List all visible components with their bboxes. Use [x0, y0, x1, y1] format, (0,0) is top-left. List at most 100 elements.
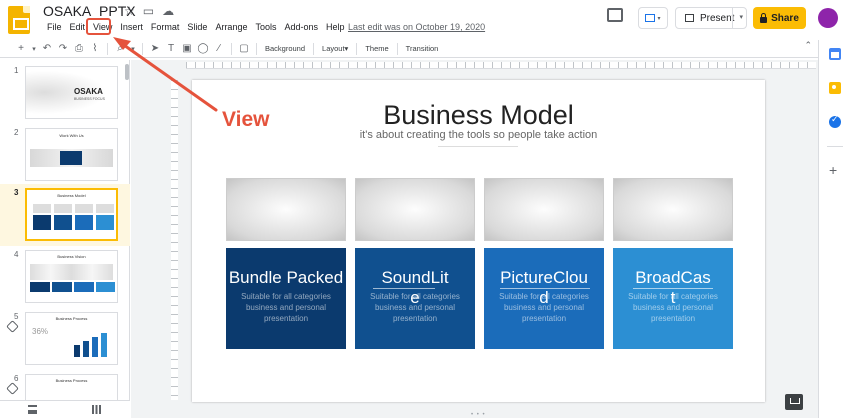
slide-number: 5: [14, 312, 19, 321]
slide-thumbnail[interactable]: 2 Work With Us: [0, 124, 130, 186]
vertical-ruler: [171, 80, 178, 400]
slides-logo[interactable]: [8, 6, 30, 34]
side-panel: +: [818, 40, 850, 418]
transition-button[interactable]: Transition: [402, 44, 443, 53]
thumbnail-title: Business Model: [57, 193, 86, 198]
add-comment-icon[interactable]: ▢: [237, 43, 251, 54]
card-image[interactable]: [484, 178, 604, 241]
business-card-4[interactable]: BroadCas Suitable for all categories bus…: [613, 248, 733, 349]
account-avatar[interactable]: [818, 8, 838, 28]
thumbnail-title: Business Vision: [57, 254, 86, 259]
resize-handle[interactable]: • • •: [471, 412, 486, 418]
last-edit-link[interactable]: Last edit was on October 19, 2020: [348, 22, 485, 32]
menu-file[interactable]: File: [43, 22, 66, 32]
menu-addons[interactable]: Add-ons: [280, 22, 322, 32]
slide-number: 2: [14, 128, 19, 137]
card-image[interactable]: [226, 178, 346, 241]
menu-arrange[interactable]: Arrange: [211, 22, 251, 32]
collapse-menus-icon[interactable]: ⌃: [804, 40, 812, 51]
present-options-button[interactable]: ▾: [638, 7, 668, 29]
slide-title[interactable]: Business Model: [192, 100, 765, 131]
slide-thumbnail[interactable]: 1 OSAKA BUSINESS FOCUS: [0, 62, 130, 124]
zoom-chevron-icon[interactable]: ▾: [129, 45, 137, 53]
thumbnail-title: Business Process: [55, 316, 88, 321]
redo-icon[interactable]: ↷: [56, 43, 70, 54]
card-title[interactable]: Bundle Packed: [226, 268, 346, 288]
card-title[interactable]: PictureClou: [484, 268, 604, 288]
explore-icon[interactable]: [785, 394, 803, 410]
annotation-label: View: [222, 108, 270, 131]
layout-button[interactable]: Layout▾: [318, 44, 352, 53]
new-slide-chevron-icon[interactable]: ▾: [30, 45, 38, 53]
annotation-highlight-box: [86, 18, 111, 35]
keep-icon[interactable]: [829, 82, 841, 94]
menu-help[interactable]: Help: [322, 22, 349, 32]
print-icon[interactable]: ⎙: [72, 43, 86, 54]
tasks-icon[interactable]: [829, 114, 841, 128]
zoom-icon[interactable]: ⌕: [113, 43, 127, 54]
present-button[interactable]: Present ▾: [675, 7, 747, 29]
horizontal-ruler: [186, 62, 816, 69]
present-dropdown-icon[interactable]: ▾: [739, 13, 743, 21]
present-screen-icon: [645, 14, 656, 22]
card-image[interactable]: [355, 178, 475, 241]
card-title[interactable]: SoundLit: [355, 268, 475, 288]
slide-number: 4: [14, 250, 19, 259]
paint-format-icon[interactable]: ⌇: [88, 43, 102, 54]
business-card-3[interactable]: PictureClou Suitable for all categories …: [484, 248, 604, 349]
share-button[interactable]: Share: [753, 7, 806, 29]
text-box-icon[interactable]: T: [164, 43, 178, 54]
toolbar: + ▾ ↶ ↷ ⎙ ⌇ ⌕ ▾ ➤ T ▣ ◯ ∕ ▢ Background L…: [0, 40, 818, 58]
document-title[interactable]: OSAKA_PPTX: [43, 3, 136, 19]
slide-number: 1: [14, 66, 19, 75]
menu-tools[interactable]: Tools: [251, 22, 280, 32]
filmstrip-view-icon[interactable]: [28, 405, 37, 414]
menu-slide[interactable]: Slide: [183, 22, 211, 32]
business-card-2[interactable]: SoundLit Suitable for all categories bus…: [355, 248, 475, 349]
folder-icon[interactable]: ▭: [143, 4, 154, 18]
present-label: Present: [700, 12, 735, 24]
slide-thumbnail-selected[interactable]: 3 Business Model: [0, 184, 130, 246]
image-icon[interactable]: ▣: [180, 43, 194, 54]
card-title-overflow: t: [670, 288, 676, 307]
menu-format[interactable]: Format: [147, 22, 184, 32]
thumbnail-image: Business Model: [25, 188, 118, 241]
slide-thumbnail[interactable]: 4 Business Vision: [0, 246, 130, 308]
slide-number: 6: [14, 374, 19, 383]
card-image[interactable]: [613, 178, 733, 241]
theme-button[interactable]: Theme: [361, 44, 392, 53]
lock-icon: [760, 12, 768, 23]
thumbnail-title: Work With Us: [59, 133, 84, 138]
line-icon[interactable]: ∕: [212, 43, 226, 54]
thumbnail-image: OSAKA BUSINESS FOCUS: [25, 66, 118, 119]
background-button[interactable]: Background: [261, 44, 309, 53]
calendar-icon[interactable]: [829, 48, 841, 60]
comment-history-icon[interactable]: [607, 8, 623, 22]
app-header: OSAKA_PPTX ☆ ▭ ☁ File Edit View Insert F…: [0, 0, 850, 38]
business-card-1[interactable]: Bundle Packed Suitable for all categorie…: [226, 248, 346, 349]
thumbnail-subtitle: BUSINESS FOCUS: [74, 97, 105, 101]
new-slide-icon[interactable]: +: [14, 43, 28, 54]
thumbnail-image: Business Process 36%: [25, 312, 118, 365]
slide-thumbnail[interactable]: 5 Business Process 36%: [0, 308, 130, 370]
thumbnail-image: Work With Us: [25, 128, 118, 181]
card-description[interactable]: Suitable for all categories business and…: [232, 291, 340, 324]
google-slides-app: OSAKA_PPTX ☆ ▭ ☁ File Edit View Insert F…: [0, 0, 850, 418]
title-icons: ☆ ▭ ☁: [124, 4, 174, 18]
slide-subtitle[interactable]: it's about creating the tools so people …: [192, 129, 765, 141]
menu-insert[interactable]: Insert: [116, 22, 147, 32]
add-addon-icon[interactable]: +: [829, 162, 837, 178]
card-title[interactable]: BroadCas: [613, 268, 733, 288]
grid-view-icon[interactable]: [92, 405, 101, 414]
thumbnail-title: OSAKA: [74, 87, 103, 96]
current-slide[interactable]: Business Model it's about creating the t…: [192, 80, 765, 402]
undo-icon[interactable]: ↶: [40, 43, 54, 54]
slide-filmstrip: 1 OSAKA BUSINESS FOCUS 2 Work With Us 3 …: [0, 60, 130, 418]
select-cursor-icon[interactable]: ➤: [148, 43, 162, 54]
divider: [438, 146, 518, 147]
thumbnail-stat: 36%: [32, 327, 49, 336]
cloud-icon: ☁: [162, 4, 175, 18]
card-title-overflow: e: [410, 288, 420, 307]
star-icon[interactable]: ☆: [124, 4, 135, 18]
shape-icon[interactable]: ◯: [196, 43, 210, 54]
